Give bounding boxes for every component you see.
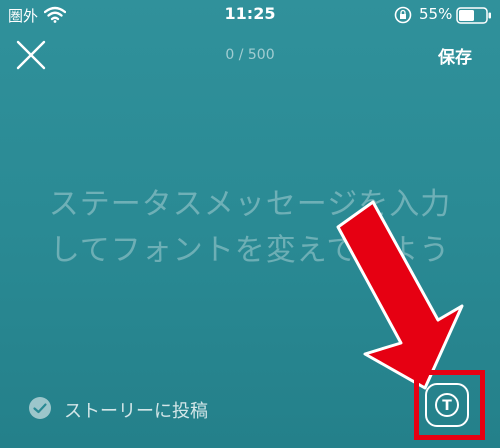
text-style-icon: T	[435, 393, 459, 417]
placeholder-line-2: してフォントを変えてみよう	[49, 233, 451, 268]
status-message-input[interactable]: ステータスメッセージを入力 してフォントを変えてみよう	[0, 182, 500, 274]
battery-icon	[456, 7, 491, 24]
placeholder-line-1: ステータスメッセージを入力	[48, 187, 452, 222]
font-style-button[interactable]: T	[425, 383, 469, 427]
check-circle-icon	[29, 397, 51, 419]
character-counter: 0 / 500	[225, 47, 275, 63]
save-button[interactable]: 保存	[438, 43, 472, 68]
battery-percentage: 55%	[419, 5, 453, 23]
text-style-glyph: T	[442, 398, 452, 414]
orientation-lock-icon	[394, 6, 412, 24]
status-bar: 圏外 11:25 55%	[0, 0, 500, 30]
post-to-story-label: ストーリーに投稿	[64, 401, 208, 422]
